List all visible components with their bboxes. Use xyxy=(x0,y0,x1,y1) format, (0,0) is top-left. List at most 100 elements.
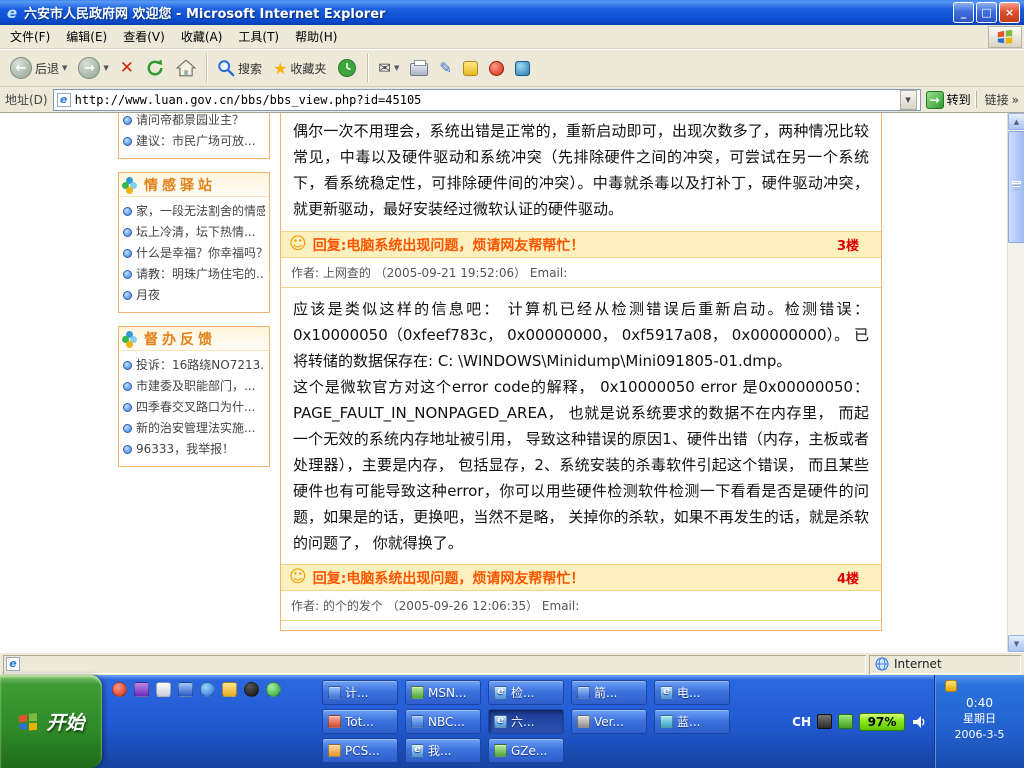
zone-label: Internet xyxy=(894,657,942,671)
edit-button[interactable]: ✎ xyxy=(435,57,456,79)
menu-help[interactable]: 帮助(H) xyxy=(287,25,345,48)
window-icon xyxy=(577,715,590,728)
scroll-down-button[interactable]: ▼ xyxy=(1008,635,1024,652)
input-method-indicator[interactable]: CH xyxy=(792,715,811,729)
ie-icon[interactable] xyxy=(200,682,215,697)
address-url: http://www.luan.gov.cn/bbs/bbs_view.php?… xyxy=(75,93,422,107)
section-header-feedback: 督办反馈 xyxy=(119,327,269,351)
topic-bullet-icon xyxy=(123,382,132,391)
section-icon xyxy=(122,177,138,193)
reply-paragraph: 应该是类似这样的信息吧： 计算机已经从检测错误后重新启动。检测错误： 0x100… xyxy=(293,296,869,374)
task-label: 六... xyxy=(511,713,534,730)
forward-dropdown-icon: ▼ xyxy=(103,64,108,72)
folder-icon[interactable] xyxy=(222,682,237,697)
sidebar-box-emotion: 情感驿站 家，一段无法割舍的情感 坛上冷清，坛下热情... 什么是幸福？你幸福吗… xyxy=(118,172,270,313)
clock-weekday: 星期日 xyxy=(935,711,1024,727)
taskbar-window-button[interactable]: NBC... xyxy=(405,709,481,734)
scroll-up-button[interactable]: ▲ xyxy=(1008,113,1024,130)
favorites-button[interactable]: ★ 收藏夹 xyxy=(269,57,330,80)
maximize-button[interactable]: □ xyxy=(976,2,997,23)
taskbar-window-button[interactable]: 我... xyxy=(405,738,481,763)
minimize-button[interactable]: _ xyxy=(953,2,974,23)
address-dropdown-button[interactable]: ▼ xyxy=(900,90,917,110)
taskbar-window-button-active[interactable]: 六... xyxy=(488,709,564,734)
media-player-icon[interactable] xyxy=(112,682,127,697)
page-icon: e xyxy=(57,93,71,107)
print-button[interactable] xyxy=(406,58,432,78)
forward-button[interactable]: → ▼ xyxy=(74,55,112,81)
smiley-icon: ☺ xyxy=(289,236,307,253)
address-input[interactable]: e http://www.luan.gov.cn/bbs/bbs_view.ph… xyxy=(53,89,921,111)
sidebar-topic-link[interactable]: 96333，我举报！ xyxy=(122,439,266,460)
outlook-icon[interactable] xyxy=(178,682,193,697)
menu-favorites[interactable]: 收藏(A) xyxy=(173,25,231,48)
taskbar-window-button[interactable]: 计... xyxy=(322,680,398,705)
task-label: Tot... xyxy=(345,715,374,729)
qq-icon[interactable] xyxy=(244,682,259,697)
qq-button[interactable] xyxy=(485,59,508,78)
taskbar-window-button[interactable]: GZe... xyxy=(488,738,564,763)
reply-author-line: 作者: 的个的发个 （2005-09-26 12:06:35） Email: xyxy=(281,591,881,621)
winamp-icon[interactable] xyxy=(134,682,149,697)
task-label: PCS... xyxy=(345,744,380,758)
menu-file[interactable]: 文件(F) xyxy=(2,25,58,48)
taskbar-window-button[interactable]: 蓝... xyxy=(654,709,730,734)
taskbar-window-button[interactable]: PCS... xyxy=(322,738,398,763)
taskbar-window-button[interactable]: 电... xyxy=(654,680,730,705)
address-label: 地址(D) xyxy=(5,91,48,108)
sidebar-topic-link[interactable]: 请教：明珠广场住宅的... xyxy=(122,264,266,285)
address-bar: 地址(D) e http://www.luan.gov.cn/bbs/bbs_v… xyxy=(0,87,1024,113)
sidebar-topic-link[interactable]: 新的治安管理法实施... xyxy=(122,418,266,439)
speaker-icon[interactable] xyxy=(911,714,928,730)
back-button[interactable]: ← 后退 ▼ xyxy=(6,55,71,81)
messenger-button[interactable] xyxy=(511,59,534,78)
close-button[interactable]: × xyxy=(999,2,1020,23)
sidebar-topic-link[interactable]: 什么是幸福？你幸福吗？... xyxy=(122,243,266,264)
sidebar-topic-link[interactable]: 家，一段无法割舍的情感 xyxy=(122,201,266,222)
topic-label: 四季春交叉路口为什... xyxy=(136,397,255,418)
taskbar-window-button[interactable]: MSN... xyxy=(405,680,481,705)
links-button[interactable]: 链接 » xyxy=(976,91,1019,108)
start-label: 开始 xyxy=(46,708,84,735)
menu-view[interactable]: 查看(V) xyxy=(115,25,173,48)
window-icon xyxy=(494,715,507,728)
sidebar-topic-link[interactable]: 请问帝都景园业主？ xyxy=(122,113,266,131)
home-button[interactable] xyxy=(172,56,200,80)
notepad-icon[interactable] xyxy=(156,682,171,697)
sidebar-topic-link[interactable]: 四季春交叉路口为什... xyxy=(122,397,266,418)
reply-paragraph: 这个是微软官方对这个error code的解释， 0x10000050 erro… xyxy=(293,374,869,556)
go-button[interactable]: → 转到 xyxy=(926,91,971,109)
status-bar: e Internet xyxy=(0,652,1024,675)
sidebar-topic-link[interactable]: 坛上冷清，坛下热情... xyxy=(122,222,266,243)
window-title: 六安市人民政府网 欢迎您 - Microsoft Internet Explor… xyxy=(20,3,953,22)
taskbar-window-button[interactable]: 箭... xyxy=(571,680,647,705)
battery-indicator[interactable]: 97% xyxy=(859,713,905,731)
search-button[interactable]: 搜索 xyxy=(213,57,266,79)
messenger-icon[interactable] xyxy=(266,682,281,697)
sidebar-topic-link[interactable]: 月夜 xyxy=(122,285,266,306)
topic-bullet-icon xyxy=(123,249,132,258)
sidebar-topic-link[interactable]: 建议：市民广场可放... xyxy=(122,131,266,152)
refresh-button[interactable] xyxy=(141,56,169,80)
topic-bullet-icon xyxy=(123,445,132,454)
taskbar-window-button[interactable]: Ver... xyxy=(571,709,647,734)
taskbar-window-button[interactable]: 检... xyxy=(488,680,564,705)
keyboard-icon[interactable] xyxy=(817,714,832,729)
discuss-button[interactable] xyxy=(459,59,482,78)
vertical-scrollbar[interactable]: ▲ ▼ xyxy=(1007,113,1024,652)
topic-label: 市建委及职能部门，... xyxy=(136,376,255,397)
sidebar-topic-link[interactable]: 市建委及职能部门，... xyxy=(122,376,266,397)
clock-panel[interactable]: 0:40 星期日 2006-3-5 xyxy=(934,675,1024,768)
start-button[interactable]: 开始 xyxy=(0,675,102,768)
antivirus-icon[interactable] xyxy=(838,714,853,729)
menu-edit[interactable]: 编辑(E) xyxy=(58,25,115,48)
history-button[interactable] xyxy=(333,56,361,80)
taskbar-window-button[interactable]: Tot... xyxy=(322,709,398,734)
sidebar-topic-link[interactable]: 投诉：16路绕NO7213... xyxy=(122,355,266,376)
mail-button[interactable]: ✉ ▼ xyxy=(374,57,403,79)
browser-viewport: 请问帝都景园业主？ 建议：市民广场可放... 情感驿站 家，一段无法割舍的情感 … xyxy=(0,113,1024,652)
topic-bullet-icon xyxy=(123,137,132,146)
menu-tools[interactable]: 工具(T) xyxy=(230,25,287,48)
scrollbar-thumb[interactable] xyxy=(1008,131,1024,243)
stop-button[interactable]: ✕ xyxy=(116,56,138,80)
